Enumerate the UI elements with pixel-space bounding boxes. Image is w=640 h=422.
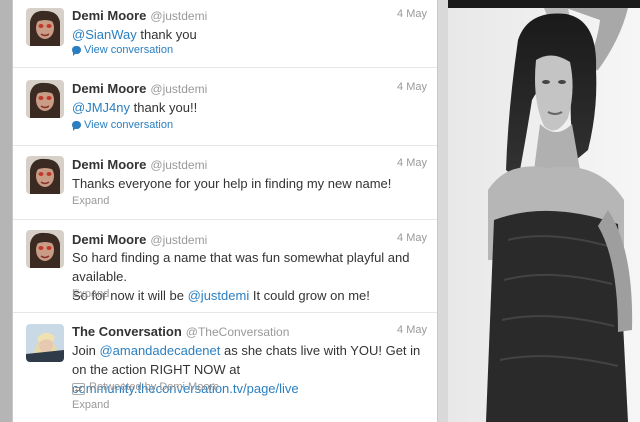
expand-link[interactable]: Expand <box>72 288 109 300</box>
author-name[interactable]: Demi Moore @justdemi <box>72 81 207 96</box>
author-name[interactable]: Demi Moore @justdemi <box>72 8 207 23</box>
mention-link[interactable]: @SianWay <box>72 27 137 42</box>
page-background <box>0 0 12 422</box>
tweet-text: So hard finding a name that was fun some… <box>72 250 410 303</box>
tweet[interactable]: Demi Moore @justdemi 4 May Thanks everyon… <box>13 146 437 220</box>
avatar[interactable] <box>26 80 64 118</box>
tweet[interactable]: Demi Moore @justdemi 4 May So hard findin… <box>13 220 437 313</box>
author-handle[interactable]: @justdemi <box>150 158 207 172</box>
mention-link[interactable]: @justdemi <box>188 288 250 303</box>
mention-link[interactable]: @amandadecadenet <box>99 343 220 358</box>
tweet-date[interactable]: 4 May <box>397 324 427 336</box>
author-name[interactable]: The Conversation @TheConversation <box>72 324 289 339</box>
expand-link[interactable]: Expand <box>72 399 109 411</box>
author-handle[interactable]: @justdemi <box>150 9 207 23</box>
retweeted-by[interactable]: ⇄ Retweeted by Demi Moore <box>72 381 219 395</box>
avatar[interactable] <box>26 230 64 268</box>
view-conversation-link[interactable]: View conversation <box>72 44 173 56</box>
avatar[interactable] <box>26 324 64 362</box>
tweet-text: Thanks everyone for your help in finding… <box>72 176 392 191</box>
tweet[interactable]: Demi Moore @justdemi 4 May @SianWay thank… <box>13 0 437 68</box>
author-handle[interactable]: @justdemi <box>150 233 207 247</box>
tweet-stream: Demi Moore @justdemi 4 May @SianWay thank… <box>12 0 438 422</box>
author-name[interactable]: Demi Moore @justdemi <box>72 232 207 247</box>
mention-link[interactable]: @JMJ4ny <box>72 100 130 115</box>
tweet-date[interactable]: 4 May <box>397 157 427 169</box>
author-name[interactable]: Demi Moore @justdemi <box>72 157 207 172</box>
view-conversation-link[interactable]: View conversation <box>72 119 173 131</box>
tweet-text: @SianWay thank you <box>72 27 197 42</box>
expand-link[interactable]: Expand <box>72 195 109 207</box>
tweet[interactable]: Demi Moore @justdemi 4 May @JMJ4ny thank … <box>13 68 437 146</box>
speech-bubble-icon <box>72 121 81 131</box>
tweet-text: @JMJ4ny thank you!! <box>72 100 198 115</box>
retweet-icon: ⇄ <box>72 383 85 395</box>
tweet-date[interactable]: 4 May <box>397 232 427 244</box>
avatar[interactable] <box>26 156 64 194</box>
tweet-date[interactable]: 4 May <box>397 81 427 93</box>
tweet-date[interactable]: 4 May <box>397 8 427 20</box>
avatar[interactable] <box>26 8 64 46</box>
tweet[interactable]: The Conversation @TheConversation 4 May J… <box>13 313 437 422</box>
author-handle[interactable]: @justdemi <box>150 82 207 96</box>
background-photo <box>448 0 640 422</box>
author-handle[interactable]: @TheConversation <box>186 325 290 339</box>
speech-bubble-icon <box>72 46 81 56</box>
